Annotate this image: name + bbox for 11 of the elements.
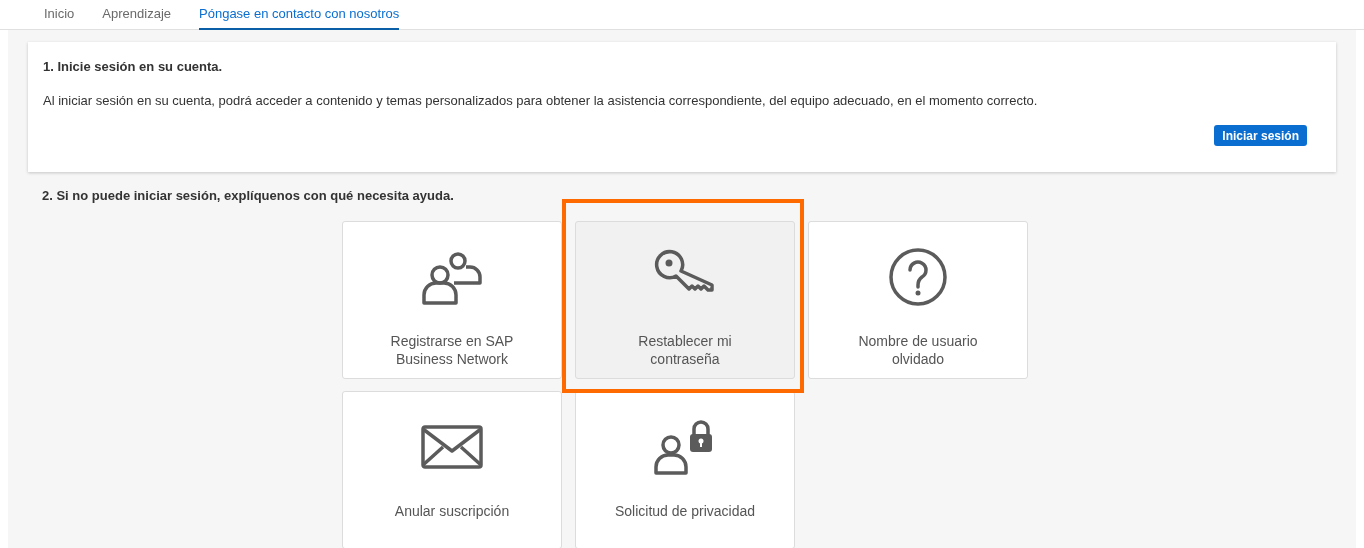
help-tile[interactable]: Anular suscripción (342, 390, 562, 548)
section-title: 2. Si no puede iniciar sesión, explíquenos con qué necesita ayuda. (42, 187, 455, 205)
help-tile[interactable]: Registrarse en SAP Business Network (342, 220, 562, 379)
card-text: Al iniciar sesión en su cuenta, podrá acceder a contenido y temas personalizados para obtener la asistencia correspondiente, del equipo adecuado, en el momento correcto. (43, 91, 1039, 110)
nav-tab[interactable]: Inicio (44, 0, 75, 30)
login-button[interactable]: Iniciar sesión (1214, 125, 1307, 146)
nav-tab[interactable]: Aprendizaje (102, 0, 171, 30)
help-tile[interactable]: Restablecer mi contraseña (575, 220, 795, 379)
help-tile[interactable]: Solicitud de privacidad (575, 390, 795, 548)
card-title: 1. Inicie sesión en su cuenta. (43, 58, 224, 76)
help-tile[interactable]: Nombre de usuario olvidado (808, 220, 1028, 379)
